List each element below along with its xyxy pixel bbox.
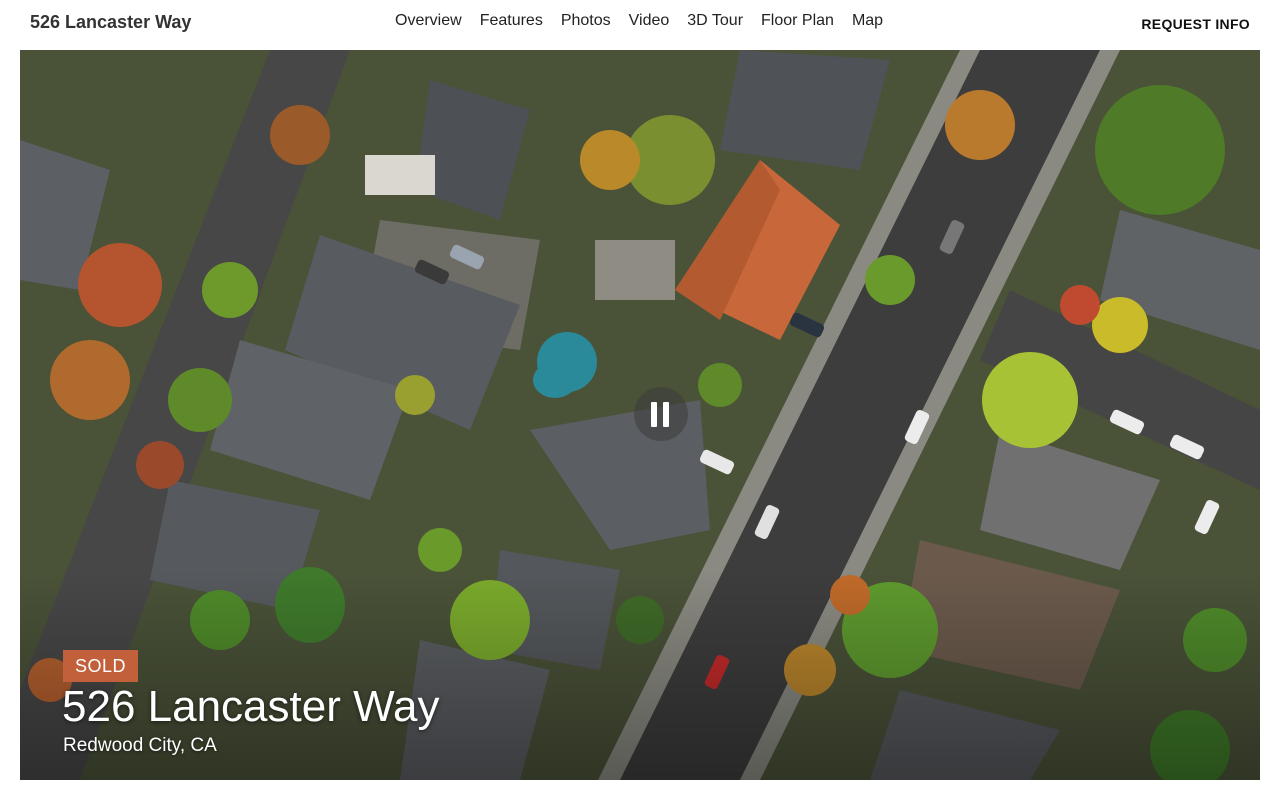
nav-map[interactable]: Map: [852, 12, 883, 30]
pause-button[interactable]: [634, 387, 688, 441]
status-badge: SOLD: [63, 650, 139, 682]
property-title: 526 Lancaster Way: [62, 682, 440, 731]
nav-features[interactable]: Features: [480, 12, 543, 30]
nav-video[interactable]: Video: [629, 12, 670, 30]
top-navigation-bar: 526 Lancaster Way Overview Features Phot…: [0, 0, 1280, 50]
hero-video[interactable]: SOLD 526 Lancaster Way Redwood City, CA: [20, 50, 1260, 780]
property-location: Redwood City, CA: [63, 735, 217, 756]
main-nav: Overview Features Photos Video 3D Tour F…: [395, 12, 901, 30]
request-info-button[interactable]: REQUEST INFO: [1141, 16, 1250, 32]
nav-overview[interactable]: Overview: [395, 12, 462, 30]
nav-floor-plan[interactable]: Floor Plan: [761, 12, 834, 30]
site-brand[interactable]: 526 Lancaster Way: [30, 12, 191, 33]
pause-icon: [651, 402, 657, 427]
pause-icon-bar: [663, 402, 669, 427]
nav-3d-tour[interactable]: 3D Tour: [687, 12, 743, 30]
nav-photos[interactable]: Photos: [561, 12, 611, 30]
